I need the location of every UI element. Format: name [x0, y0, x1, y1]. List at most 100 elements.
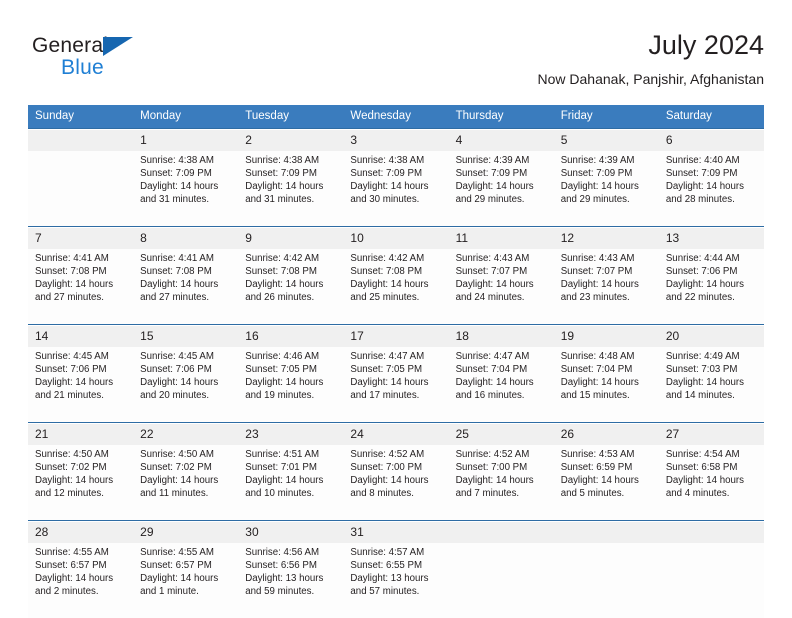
day-cell[interactable]	[28, 151, 133, 227]
day-number[interactable]	[449, 522, 554, 543]
day-cell[interactable]: Sunrise: 4:50 AM Sunset: 7:02 PM Dayligh…	[133, 445, 238, 521]
day-number[interactable]: 26	[554, 424, 659, 445]
day-cell[interactable]: Sunrise: 4:50 AM Sunset: 7:02 PM Dayligh…	[28, 445, 133, 521]
daylight-text: Daylight: 14 hours	[245, 376, 337, 389]
day-number[interactable]: 27	[659, 424, 764, 445]
daylight-text: Daylight: 13 hours	[350, 572, 442, 585]
sunrise-text: Sunrise: 4:41 AM	[35, 252, 127, 265]
day-number[interactable]: 28	[28, 522, 133, 543]
day-number[interactable]: 22	[133, 424, 238, 445]
day-cell[interactable]: Sunrise: 4:51 AM Sunset: 7:01 PM Dayligh…	[238, 445, 343, 521]
day-number[interactable]	[554, 522, 659, 543]
day-number[interactable]: 3	[343, 130, 448, 151]
day-cell[interactable]: Sunrise: 4:43 AM Sunset: 7:07 PM Dayligh…	[449, 249, 554, 325]
daylight-text: Daylight: 14 hours	[666, 376, 758, 389]
calendar-page: General Blue July 2024 Now Dahanak, Panj…	[0, 0, 792, 612]
sunset-text: Sunset: 7:02 PM	[140, 461, 232, 474]
sunrise-text: Sunrise: 4:38 AM	[245, 154, 337, 167]
day-cell[interactable]: Sunrise: 4:46 AM Sunset: 7:05 PM Dayligh…	[238, 347, 343, 423]
day-number[interactable]: 14	[28, 326, 133, 347]
daylight-text-cont: and 24 minutes.	[456, 291, 548, 304]
title-block: July 2024 Now Dahanak, Panjshir, Afghani…	[538, 28, 764, 89]
day-cell[interactable]: Sunrise: 4:39 AM Sunset: 7:09 PM Dayligh…	[554, 151, 659, 227]
daylight-text-cont: and 23 minutes.	[561, 291, 653, 304]
day-cell[interactable]	[554, 543, 659, 618]
day-cell[interactable]: Sunrise: 4:54 AM Sunset: 6:58 PM Dayligh…	[659, 445, 764, 521]
day-number[interactable]: 30	[238, 522, 343, 543]
day-cell[interactable]	[449, 543, 554, 618]
sunset-text: Sunset: 6:59 PM	[561, 461, 653, 474]
week-row-daynumbers: 7 8 9 10 11 12 13	[28, 228, 764, 249]
day-cell[interactable]: Sunrise: 4:57 AM Sunset: 6:55 PM Dayligh…	[343, 543, 448, 618]
daylight-text-cont: and 21 minutes.	[35, 389, 127, 402]
day-number[interactable]: 19	[554, 326, 659, 347]
day-number[interactable]: 4	[449, 130, 554, 151]
day-number[interactable]: 18	[449, 326, 554, 347]
day-number[interactable]: 21	[28, 424, 133, 445]
day-number[interactable]: 12	[554, 228, 659, 249]
day-number[interactable]: 9	[238, 228, 343, 249]
day-number[interactable]: 20	[659, 326, 764, 347]
day-cell[interactable]: Sunrise: 4:52 AM Sunset: 7:00 PM Dayligh…	[343, 445, 448, 521]
day-number[interactable]: 13	[659, 228, 764, 249]
sunrise-text: Sunrise: 4:49 AM	[666, 350, 758, 363]
daylight-text: Daylight: 14 hours	[140, 376, 232, 389]
day-number[interactable]: 29	[133, 522, 238, 543]
day-cell[interactable]: Sunrise: 4:38 AM Sunset: 7:09 PM Dayligh…	[133, 151, 238, 227]
day-cell[interactable]: Sunrise: 4:41 AM Sunset: 7:08 PM Dayligh…	[28, 249, 133, 325]
day-number[interactable]: 11	[449, 228, 554, 249]
day-cell[interactable]: Sunrise: 4:43 AM Sunset: 7:07 PM Dayligh…	[554, 249, 659, 325]
day-cell[interactable]: Sunrise: 4:42 AM Sunset: 7:08 PM Dayligh…	[343, 249, 448, 325]
sunrise-text: Sunrise: 4:55 AM	[35, 546, 127, 559]
sunrise-text: Sunrise: 4:42 AM	[350, 252, 442, 265]
sunset-text: Sunset: 7:07 PM	[561, 265, 653, 278]
general-blue-logo[interactable]: General Blue	[32, 34, 212, 90]
day-number[interactable]: 23	[238, 424, 343, 445]
daylight-text: Daylight: 14 hours	[561, 376, 653, 389]
day-cell[interactable]	[659, 543, 764, 618]
day-cell[interactable]: Sunrise: 4:45 AM Sunset: 7:06 PM Dayligh…	[28, 347, 133, 423]
day-number[interactable]: 24	[343, 424, 448, 445]
day-cell[interactable]: Sunrise: 4:55 AM Sunset: 6:57 PM Dayligh…	[133, 543, 238, 618]
day-cell[interactable]: Sunrise: 4:44 AM Sunset: 7:06 PM Dayligh…	[659, 249, 764, 325]
day-cell[interactable]: Sunrise: 4:38 AM Sunset: 7:09 PM Dayligh…	[343, 151, 448, 227]
day-number[interactable]	[659, 522, 764, 543]
day-cell[interactable]: Sunrise: 4:47 AM Sunset: 7:05 PM Dayligh…	[343, 347, 448, 423]
sunset-text: Sunset: 7:09 PM	[666, 167, 758, 180]
day-cell[interactable]: Sunrise: 4:41 AM Sunset: 7:08 PM Dayligh…	[133, 249, 238, 325]
day-number[interactable]: 8	[133, 228, 238, 249]
daylight-text: Daylight: 14 hours	[140, 572, 232, 585]
day-number[interactable]: 31	[343, 522, 448, 543]
day-number[interactable]	[28, 130, 133, 151]
day-number[interactable]: 7	[28, 228, 133, 249]
sunset-text: Sunset: 6:57 PM	[35, 559, 127, 572]
daylight-text: Daylight: 14 hours	[245, 278, 337, 291]
day-cell[interactable]: Sunrise: 4:39 AM Sunset: 7:09 PM Dayligh…	[449, 151, 554, 227]
day-number[interactable]: 6	[659, 130, 764, 151]
day-cell[interactable]: Sunrise: 4:40 AM Sunset: 7:09 PM Dayligh…	[659, 151, 764, 227]
day-cell[interactable]: Sunrise: 4:45 AM Sunset: 7:06 PM Dayligh…	[133, 347, 238, 423]
sunset-text: Sunset: 7:06 PM	[666, 265, 758, 278]
daylight-text: Daylight: 14 hours	[561, 278, 653, 291]
day-number[interactable]: 17	[343, 326, 448, 347]
day-number[interactable]: 1	[133, 130, 238, 151]
day-cell[interactable]: Sunrise: 4:47 AM Sunset: 7:04 PM Dayligh…	[449, 347, 554, 423]
weekday-header-row: Sunday Monday Tuesday Wednesday Thursday…	[28, 105, 764, 129]
day-cell[interactable]: Sunrise: 4:52 AM Sunset: 7:00 PM Dayligh…	[449, 445, 554, 521]
day-number[interactable]: 2	[238, 130, 343, 151]
day-cell[interactable]: Sunrise: 4:55 AM Sunset: 6:57 PM Dayligh…	[28, 543, 133, 618]
day-cell[interactable]: Sunrise: 4:48 AM Sunset: 7:04 PM Dayligh…	[554, 347, 659, 423]
weekday-header-monday: Monday	[133, 105, 238, 129]
day-cell[interactable]: Sunrise: 4:56 AM Sunset: 6:56 PM Dayligh…	[238, 543, 343, 618]
day-cell[interactable]: Sunrise: 4:49 AM Sunset: 7:03 PM Dayligh…	[659, 347, 764, 423]
day-number[interactable]: 16	[238, 326, 343, 347]
sunrise-text: Sunrise: 4:42 AM	[245, 252, 337, 265]
day-number[interactable]: 5	[554, 130, 659, 151]
day-cell[interactable]: Sunrise: 4:38 AM Sunset: 7:09 PM Dayligh…	[238, 151, 343, 227]
day-cell[interactable]: Sunrise: 4:53 AM Sunset: 6:59 PM Dayligh…	[554, 445, 659, 521]
day-number[interactable]: 25	[449, 424, 554, 445]
daylight-text-cont: and 28 minutes.	[666, 193, 758, 206]
day-number[interactable]: 15	[133, 326, 238, 347]
day-number[interactable]: 10	[343, 228, 448, 249]
day-cell[interactable]: Sunrise: 4:42 AM Sunset: 7:08 PM Dayligh…	[238, 249, 343, 325]
